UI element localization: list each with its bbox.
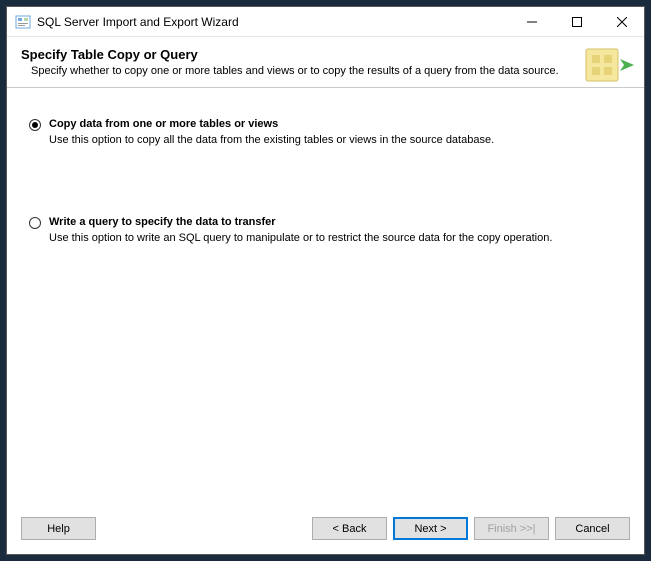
maximize-button[interactable] xyxy=(554,7,599,36)
window-title: SQL Server Import and Export Wizard xyxy=(37,15,509,29)
minimize-button[interactable] xyxy=(509,7,554,36)
back-button[interactable]: < Back xyxy=(312,517,387,540)
option-query-title: Write a query to specify the data to tra… xyxy=(49,216,622,228)
option-query-description: Use this option to write an SQL query to… xyxy=(49,231,622,246)
option-write-query[interactable]: Write a query to specify the data to tra… xyxy=(29,216,622,246)
wizard-content: Copy data from one or more tables or vie… xyxy=(7,88,644,507)
option-copy-tables[interactable]: Copy data from one or more tables or vie… xyxy=(29,118,622,148)
app-icon xyxy=(15,14,31,30)
cancel-button[interactable]: Cancel xyxy=(555,517,630,540)
finish-button[interactable]: Finish >>| xyxy=(474,517,549,540)
option-copy-title: Copy data from one or more tables or vie… xyxy=(49,118,622,130)
wizard-footer: Help < Back Next > Finish >>| Cancel xyxy=(7,507,644,554)
option-copy-description: Use this option to copy all the data fro… xyxy=(49,133,622,148)
wizard-window: SQL Server Import and Export Wizard Spec… xyxy=(6,6,645,555)
radio-copy-tables[interactable] xyxy=(29,119,41,131)
radio-write-query[interactable] xyxy=(29,217,41,229)
close-button[interactable] xyxy=(599,7,644,36)
wizard-header: Specify Table Copy or Query Specify whet… xyxy=(7,37,644,88)
page-description: Specify whether to copy one or more tabl… xyxy=(21,64,570,79)
next-button[interactable]: Next > xyxy=(393,517,468,540)
page-title: Specify Table Copy or Query xyxy=(21,47,570,62)
help-button[interactable]: Help xyxy=(21,517,96,540)
window-controls xyxy=(509,7,644,36)
titlebar: SQL Server Import and Export Wizard xyxy=(7,7,644,37)
wizard-banner-icon xyxy=(584,45,634,87)
